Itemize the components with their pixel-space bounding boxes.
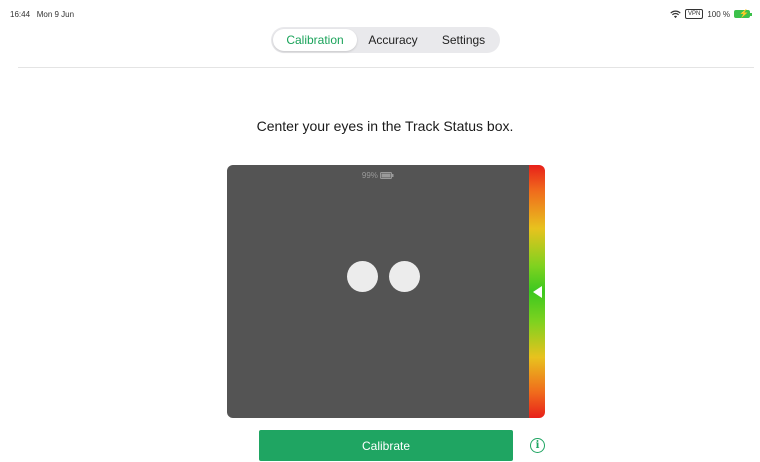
track-status-box: 99% [227,165,529,418]
header-divider [18,67,754,68]
device-battery-percent: 99% [361,171,378,180]
status-date: Mon 9 Jun [36,10,75,19]
wifi-icon [670,10,681,18]
tab-settings[interactable]: Settings [429,29,498,51]
segmented-control: Calibration Accuracy Settings [271,27,500,53]
vpn-badge: VPN [684,9,704,19]
distance-marker-icon [533,285,542,298]
right-eye-indicator [389,261,420,292]
distance-gauge [529,165,545,418]
battery-charging-icon: ⚡ [734,9,752,18]
device-battery-indicator: 99% [227,171,529,180]
battery-percent: 100 % [707,9,730,19]
tab-calibration[interactable]: Calibration [273,29,357,51]
status-time: 16:44 Mon 9 Jun [10,10,74,19]
status-clock: 16:44 [10,10,31,19]
tab-accuracy[interactable]: Accuracy [357,29,429,51]
status-indicators: VPN 100 % ⚡ [670,9,752,19]
instruction-text: Center your eyes in the Track Status box… [256,118,514,134]
status-bar: 16:44 Mon 9 Jun VPN 100 % ⚡ [0,0,760,28]
battery-icon [380,172,394,180]
calibrate-button[interactable]: Calibrate [259,430,513,461]
info-icon[interactable]: i [530,438,545,453]
left-eye-indicator [347,261,378,292]
